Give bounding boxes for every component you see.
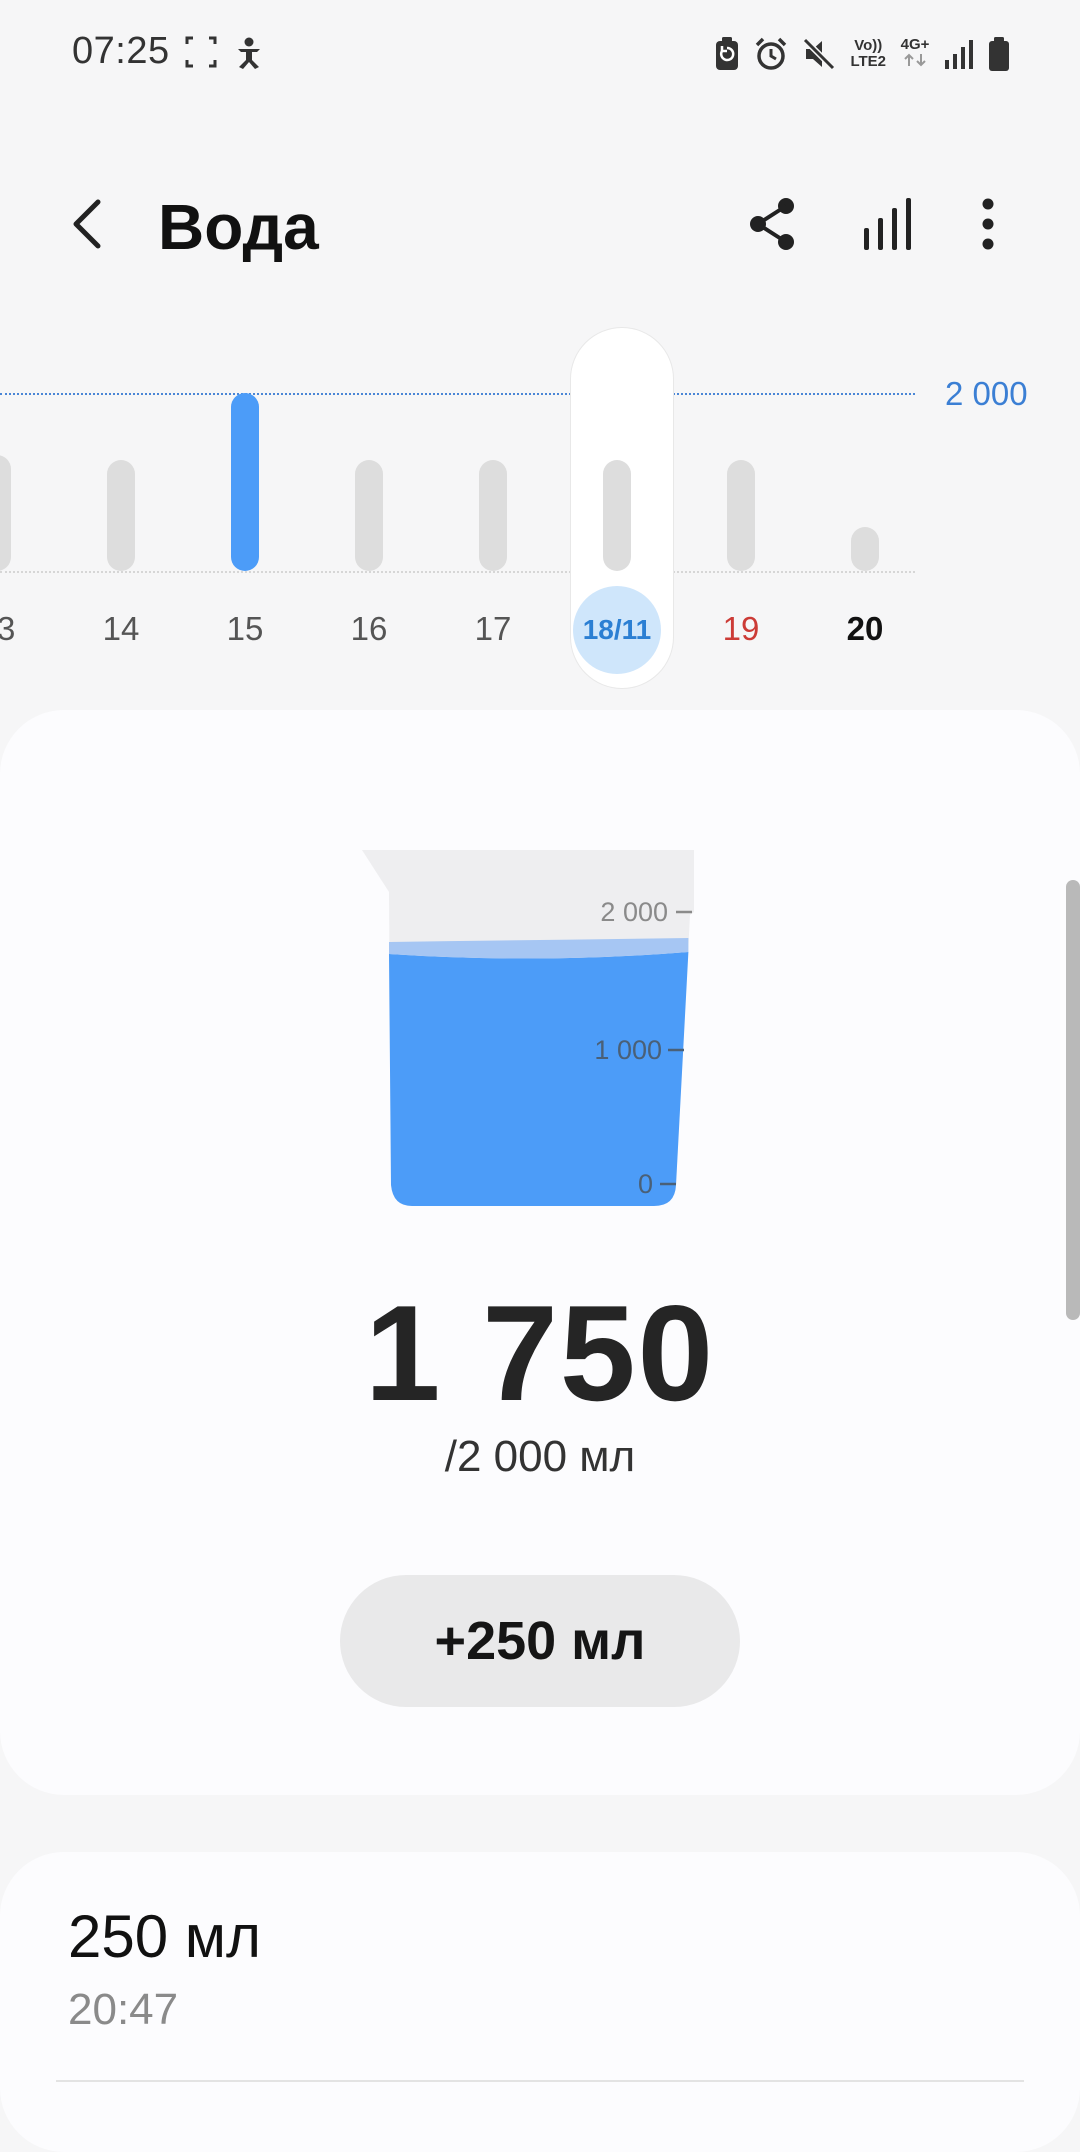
log-entry-amount: 250 мл — [68, 1903, 262, 1970]
day-label-18-11[interactable]: 18/11 — [573, 586, 661, 674]
page-title: Вода — [158, 191, 319, 263]
battery-saver-icon — [716, 37, 739, 70]
more-options-icon — [982, 198, 994, 250]
chevron-left-icon — [73, 199, 101, 249]
share-icon — [750, 198, 794, 250]
accessibility-icon — [238, 37, 260, 69]
add-water-button[interactable]: +250 мл — [340, 1575, 740, 1707]
volte-label: Vo)) — [854, 37, 883, 54]
status-bar: 07:25 Vo)) LTE2 4G+ — [0, 0, 1080, 108]
battery-icon — [989, 37, 1009, 71]
water-summary-card: 2 000 1 000 0 1 750 /2 000 мл +250 мл — [0, 710, 1080, 1795]
day-bar-20[interactable] — [851, 526, 879, 571]
chart-baseline — [0, 571, 915, 573]
intake-value: 1 750 — [364, 1277, 716, 1429]
day-bar-17[interactable] — [479, 459, 507, 571]
day-label-13[interactable]: 13 — [0, 610, 47, 648]
alarm-icon — [756, 37, 787, 70]
statistics-button[interactable] — [856, 192, 920, 256]
day-label-15[interactable]: 15 — [195, 610, 295, 648]
more-options-button[interactable] — [956, 192, 1020, 256]
scrollbar[interactable] — [1066, 880, 1080, 1320]
network-type: Vo)) LTE2 — [850, 38, 886, 70]
app-header: Вода — [0, 170, 1080, 290]
day-label-19[interactable]: 19 — [691, 610, 791, 648]
intake-goal: /2 000 мл — [444, 1432, 636, 1481]
day-bar-13[interactable] — [0, 455, 11, 571]
goal-label: 2 000 — [945, 375, 1028, 412]
day-label-20[interactable]: 20 — [815, 610, 915, 648]
divider — [56, 2080, 1024, 2082]
status-icons: Vo)) LTE2 4G+ — [714, 30, 1010, 78]
lte-label: LTE2 — [850, 53, 886, 70]
data-indicator: 4G+ — [900, 35, 930, 72]
day-bar-19[interactable] — [727, 459, 755, 571]
scale-label-min: 0 — [638, 1169, 653, 1199]
daily-intake-chart[interactable]: 2 000 13 14 15 16 17 18/11 19 20 — [0, 320, 1080, 700]
signal-icon — [945, 40, 973, 69]
day-bar-14[interactable] — [107, 459, 135, 571]
stats-icon — [864, 198, 911, 250]
status-time: 07:25 — [72, 30, 170, 72]
scale-label-max: 2 000 — [600, 897, 668, 927]
network-generation-label: 4G+ — [900, 35, 930, 53]
share-button[interactable] — [740, 192, 804, 256]
day-bar-18-11[interactable] — [603, 459, 631, 571]
day-bar-15[interactable] — [231, 393, 259, 571]
day-label-14[interactable]: 14 — [71, 610, 171, 648]
log-entry-time: 20:47 — [68, 1985, 179, 2034]
mute-icon — [803, 37, 836, 71]
day-label-17[interactable]: 17 — [443, 610, 543, 648]
day-bar-16[interactable] — [355, 459, 383, 571]
screenshot-icon — [185, 36, 217, 68]
intake-log-card: 250 мл 20:47 — [0, 1852, 1080, 2152]
scale-label-mid: 1 000 — [594, 1035, 662, 1065]
back-button[interactable] — [58, 192, 122, 256]
day-label-16[interactable]: 16 — [319, 610, 419, 648]
water-beaker: 2 000 1 000 0 — [362, 850, 694, 1206]
goal-line — [0, 393, 915, 395]
data-arrows-icon — [904, 53, 926, 66]
